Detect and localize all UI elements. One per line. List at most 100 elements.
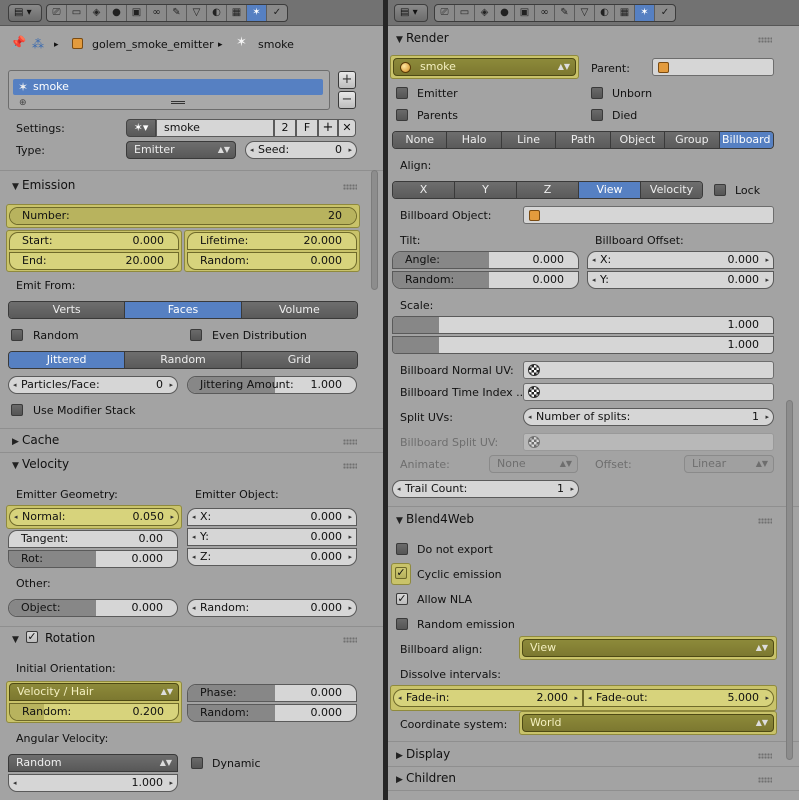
unborn-checkbox[interactable] <box>591 87 603 99</box>
emitter-checkbox[interactable] <box>396 87 408 99</box>
type-dropdown[interactable]: Emitter ▲▼ <box>126 141 236 159</box>
seed-field[interactable]: ◂ Seed: 0 ▸ <box>245 141 357 159</box>
data-tab[interactable]: ▽ <box>575 5 595 21</box>
material-tab[interactable]: ◐ <box>595 5 615 21</box>
add-particle-system-button[interactable]: + <box>338 71 356 89</box>
world-tab[interactable]: ● <box>495 5 515 21</box>
tangent-field[interactable]: Tangent: 0.00 <box>8 530 178 548</box>
billboard-normal-uv-field[interactable] <box>523 361 774 379</box>
random-emission-checkbox[interactable] <box>396 618 408 630</box>
jittering-amount-field[interactable]: Jittering Amount: 1.000 <box>187 376 357 394</box>
dist-jittered[interactable]: Jittered <box>9 352 126 368</box>
object-y-field[interactable]: ◂ Y: 0.000 ▸ <box>187 528 357 546</box>
physics-tab[interactable]: ✓ <box>267 5 287 21</box>
number-field[interactable]: Number: 20 <box>9 207 357 225</box>
render-mode-line[interactable]: Line <box>501 132 557 148</box>
dynamic-checkbox[interactable] <box>191 757 203 769</box>
angular-velocity-field[interactable]: ◂ 1.000 ▸ <box>8 774 178 792</box>
align-x[interactable]: X <box>393 182 455 198</box>
offset-dropdown[interactable]: Linear ▲▼ <box>684 455 774 473</box>
panel-drag-grip[interactable] <box>343 463 357 469</box>
phase-random-field[interactable]: Random: 0.000 <box>187 704 357 722</box>
billboard-time-index-field[interactable] <box>523 383 774 401</box>
panel-drag-grip[interactable] <box>343 637 357 643</box>
normal-velocity-field[interactable]: ◂ Normal: 0.050 ▸ <box>9 508 179 526</box>
orientation-random-field[interactable]: Random: 0.200 <box>9 703 179 721</box>
render-mode-halo[interactable]: Halo <box>447 132 502 148</box>
render-mode-object[interactable]: Object <box>610 132 666 148</box>
number-of-splits-field[interactable]: ◂ Number of splits: 1 ▸ <box>523 408 774 426</box>
list-filter-icon[interactable]: ⊕ <box>19 98 27 108</box>
browse-settings-button[interactable]: ✶▾ <box>126 119 156 137</box>
data-tab[interactable]: ▽ <box>187 5 207 21</box>
emit-from-faces[interactable]: Faces <box>125 302 242 318</box>
rotation-panel-header[interactable]: ▼ <box>12 631 22 645</box>
render-panel-header[interactable]: ▼ Render <box>396 31 449 45</box>
settings-users-count[interactable]: 2 <box>274 119 296 137</box>
constraints-tab[interactable]: ∞ <box>147 5 167 21</box>
emit-from-verts[interactable]: Verts <box>9 302 126 318</box>
left-scrollbar[interactable] <box>371 170 378 290</box>
object-velocity-field[interactable]: Object: 0.000 <box>8 599 178 617</box>
list-resize-grip[interactable] <box>171 101 185 104</box>
object-tab[interactable]: ▣ <box>515 5 535 21</box>
offset-y-field[interactable]: ◂ Y: 0.000 ▸ <box>587 271 774 289</box>
remove-particle-system-button[interactable]: − <box>338 91 356 109</box>
settings-name-field[interactable]: smoke <box>156 119 274 137</box>
rot-field[interactable]: Rot: 0.000 <box>8 550 178 568</box>
billboard-align-dropdown[interactable]: View ▲▼ <box>522 639 774 657</box>
fade-out-field[interactable]: ◂ Fade-out: 5.000 ▸ <box>583 689 774 707</box>
dist-random[interactable]: Random <box>125 352 242 368</box>
right-scrollbar[interactable] <box>786 400 793 760</box>
render-tab[interactable]: ⎚ <box>47 5 67 21</box>
tilt-random-field[interactable]: Random: 0.000 <box>392 271 579 289</box>
physics-tab[interactable]: ✓ <box>655 5 675 21</box>
texture-tab[interactable]: ▦ <box>227 5 247 21</box>
scene-tab[interactable]: ◈ <box>475 5 495 21</box>
unlink-settings-button[interactable]: ✕ <box>338 119 356 137</box>
coordinate-system-dropdown[interactable]: World ▲▼ <box>522 714 774 732</box>
world-tab[interactable]: ● <box>107 5 127 21</box>
even-distribution-checkbox[interactable] <box>190 329 202 341</box>
angular-velocity-mode-dropdown[interactable]: Random ▲▼ <box>8 754 178 772</box>
object-tab[interactable]: ▣ <box>127 5 147 21</box>
display-panel-header[interactable]: ▶ Display <box>396 747 450 761</box>
billboard-object-field[interactable] <box>523 206 774 224</box>
pin-icon[interactable]: 📌 <box>10 37 26 51</box>
render-mode-billboard[interactable]: Billboard <box>719 132 773 148</box>
render-mode-none[interactable]: None <box>393 132 448 148</box>
texture-tab[interactable]: ▦ <box>615 5 635 21</box>
emission-panel-header[interactable]: ▼ Emission <box>12 178 75 192</box>
parent-object-field[interactable] <box>652 58 774 76</box>
render-mode-path[interactable]: Path <box>556 132 611 148</box>
material-dropdown[interactable]: smoke ▲▼ <box>393 58 576 76</box>
lock-checkbox[interactable] <box>714 184 726 196</box>
do-not-export-checkbox[interactable] <box>396 543 408 555</box>
align-z[interactable]: Z <box>517 182 579 198</box>
render-layers-tab[interactable]: ▭ <box>455 5 475 21</box>
panel-drag-grip[interactable] <box>343 184 357 190</box>
scale-x-field[interactable]: 1.000 <box>392 316 774 334</box>
constraints-tab[interactable]: ∞ <box>535 5 555 21</box>
cache-panel-header[interactable]: ▶ Cache <box>12 433 59 447</box>
billboard-split-uv-field[interactable] <box>523 433 774 451</box>
align-view[interactable]: View <box>579 182 641 198</box>
orientation-dropdown[interactable]: Velocity / Hair ▲▼ <box>9 683 179 701</box>
random-checkbox[interactable] <box>11 329 23 341</box>
panel-drag-grip[interactable] <box>758 37 772 43</box>
editor-type-menu[interactable]: ▤ ▾ <box>8 4 42 22</box>
new-settings-button[interactable]: + <box>318 119 338 137</box>
material-tab[interactable]: ◐ <box>207 5 227 21</box>
panel-drag-grip[interactable] <box>343 439 357 445</box>
cyclic-emission-checkbox[interactable]: ✓ <box>395 567 407 579</box>
rotation-enabled-checkbox[interactable]: ✓ <box>26 631 38 643</box>
particles-tab[interactable]: ✶ <box>635 5 655 21</box>
allow-nla-checkbox[interactable]: ✓ <box>396 593 408 605</box>
panel-drag-grip[interactable] <box>758 518 772 524</box>
fake-user-toggle[interactable]: F <box>296 119 318 137</box>
dist-grid[interactable]: Grid <box>241 352 357 368</box>
died-checkbox[interactable] <box>591 109 603 121</box>
modifiers-tab[interactable]: ✎ <box>555 5 575 21</box>
lifetime-field[interactable]: Lifetime: 20.000 <box>187 232 357 250</box>
render-tab[interactable]: ⎚ <box>435 5 455 21</box>
